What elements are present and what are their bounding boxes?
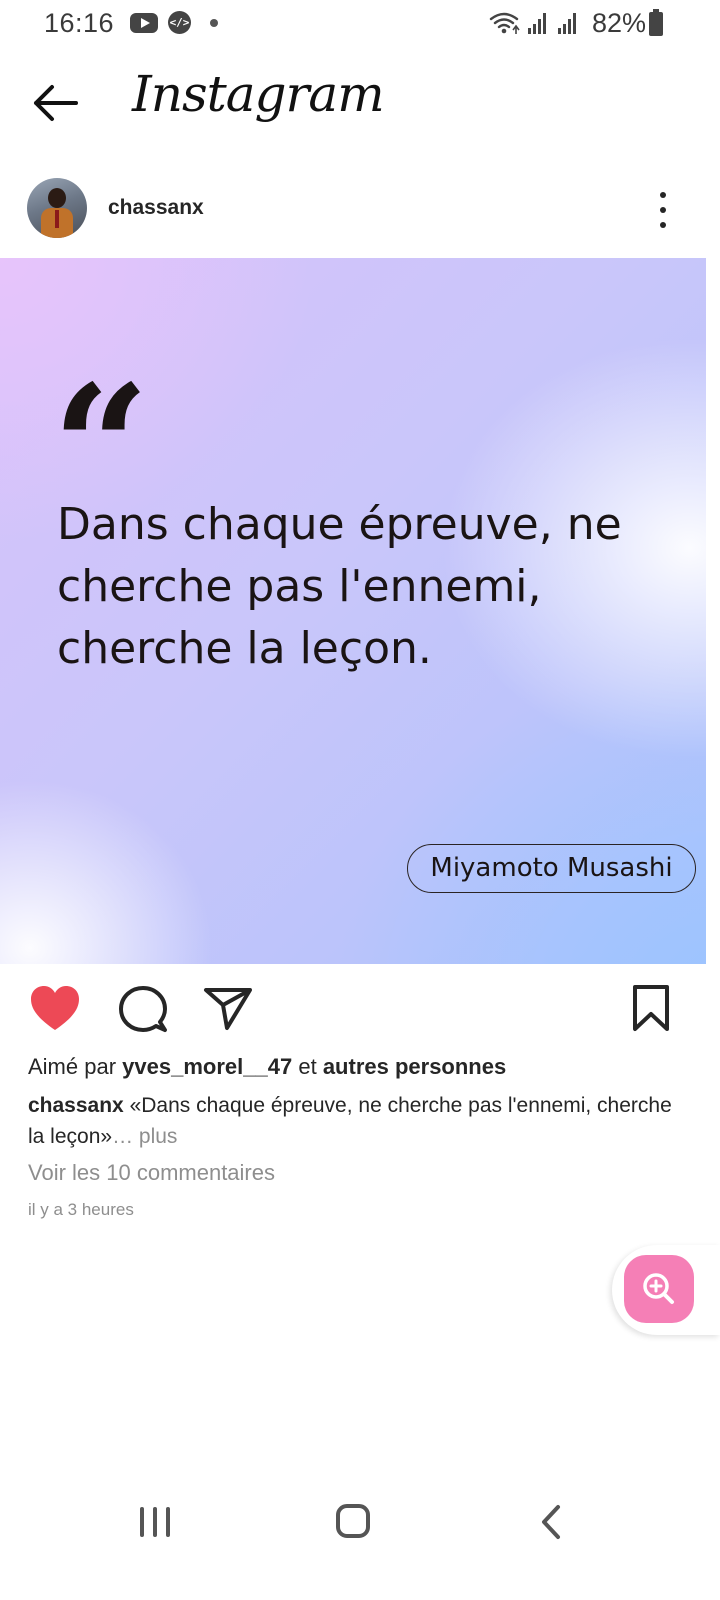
wifi-icon bbox=[489, 12, 519, 29]
post-actions bbox=[0, 978, 720, 1042]
post-timestamp: il y a 3 heures bbox=[28, 1200, 134, 1219]
home-button[interactable] bbox=[336, 1504, 370, 1538]
connectivity-icons bbox=[489, 12, 576, 34]
comment-button[interactable] bbox=[112, 978, 172, 1038]
caption-username[interactable]: chassanx bbox=[28, 1094, 124, 1117]
quote-author: Miyamoto Musashi bbox=[407, 844, 696, 893]
view-comments-link[interactable]: Voir les 10 commentaires bbox=[28, 1160, 275, 1186]
like-button[interactable] bbox=[26, 978, 86, 1038]
chevron-left-icon bbox=[542, 1505, 560, 1539]
comment-icon bbox=[119, 986, 167, 1032]
quote-text: Dans chaque épreuve, ne cherche pas l'en… bbox=[57, 499, 622, 674]
avatar[interactable] bbox=[27, 178, 87, 238]
arrow-left-icon bbox=[34, 85, 78, 121]
zoom-in-icon bbox=[643, 1273, 674, 1304]
post-caption: chassanx «Dans chaque épreuve, ne cherch… bbox=[28, 1090, 688, 1152]
likes-line[interactable]: Aimé par yves_morel__47 et autres person… bbox=[28, 1054, 506, 1080]
dot-icon bbox=[210, 19, 218, 27]
caption-more-link[interactable]: … plus bbox=[112, 1125, 177, 1148]
share-button[interactable] bbox=[198, 978, 258, 1038]
others-link[interactable]: autres personnes bbox=[323, 1054, 506, 1079]
instagram-logo: Instagram bbox=[132, 65, 385, 123]
signal-icon bbox=[528, 13, 546, 34]
battery-percent: 82% bbox=[592, 8, 647, 38]
heart-icon bbox=[31, 986, 79, 1030]
likes-connector: et bbox=[298, 1054, 317, 1079]
back-button[interactable] bbox=[28, 80, 82, 126]
system-nav-bar bbox=[0, 1480, 720, 1600]
youtube-icon bbox=[130, 13, 158, 33]
status-bar: 16:16 </> 82% bbox=[0, 0, 720, 50]
likes-prefix: Aimé par bbox=[28, 1054, 117, 1079]
bookmark-icon bbox=[633, 985, 669, 1031]
system-back-button[interactable] bbox=[536, 1502, 566, 1542]
recent-apps-button[interactable] bbox=[138, 1505, 174, 1539]
zoom-button[interactable] bbox=[624, 1255, 694, 1323]
post-header: chassanx bbox=[0, 170, 720, 250]
save-button[interactable] bbox=[622, 978, 682, 1038]
liker-username[interactable]: yves_morel__47 bbox=[122, 1054, 292, 1079]
code-icon: </> bbox=[168, 11, 191, 34]
more-options-button[interactable] bbox=[650, 188, 676, 232]
post-username[interactable]: chassanx bbox=[108, 196, 204, 220]
post-image[interactable]: “ Dans chaque épreuve, ne cherche pas l'… bbox=[0, 258, 706, 964]
battery-icon bbox=[649, 9, 663, 36]
send-icon bbox=[204, 988, 252, 1030]
app-header: Instagram bbox=[0, 55, 720, 150]
status-time: 16:16 bbox=[44, 8, 115, 38]
signal-icon bbox=[558, 13, 576, 34]
